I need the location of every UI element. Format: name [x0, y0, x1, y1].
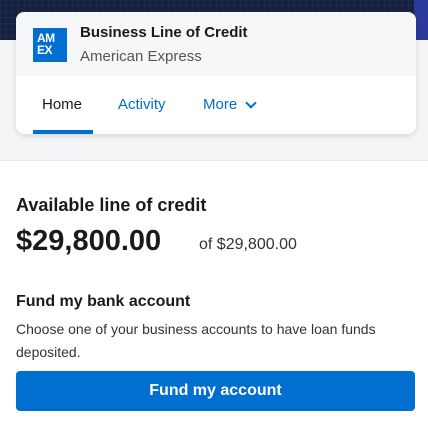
credit-section-title: Available line of credit [16, 195, 207, 215]
available-credit-amount: $29,800.00 [16, 225, 162, 257]
chevron-down-icon [245, 96, 257, 109]
account-card-header[interactable]: AM EX Business Line of Credit American E… [16, 12, 416, 76]
amex-logo-text: AM EX [37, 32, 55, 56]
tab-more[interactable]: More [203, 96, 257, 113]
fund-section-title: Fund my bank account [16, 293, 191, 310]
fund-my-account-button[interactable]: Fund my account [16, 371, 415, 411]
app-root: AM EX Business Line of Credit American E… [0, 0, 428, 433]
tab-home[interactable]: Home [42, 96, 82, 113]
account-card: AM EX Business Line of Credit American E… [16, 12, 416, 134]
tab-home-label: Home [42, 96, 83, 113]
active-tab-indicator [33, 130, 93, 134]
account-title: Business Line of Credit [80, 24, 248, 41]
fund-section-description: Choose one of your business accounts to … [16, 321, 376, 360]
tab-activity[interactable]: Activity [118, 96, 166, 113]
amex-logo-line2: EX [37, 43, 53, 57]
tab-more-label: More [203, 96, 238, 113]
account-issuer: American Express [80, 48, 202, 65]
account-tabs: Home Activity More [16, 76, 416, 134]
tab-activity-label: Activity [118, 96, 166, 113]
amex-logo-icon: AM EX [33, 28, 67, 62]
credit-limit-total: of $29,800.00 [199, 236, 297, 253]
banner-accent [414, 0, 428, 40]
